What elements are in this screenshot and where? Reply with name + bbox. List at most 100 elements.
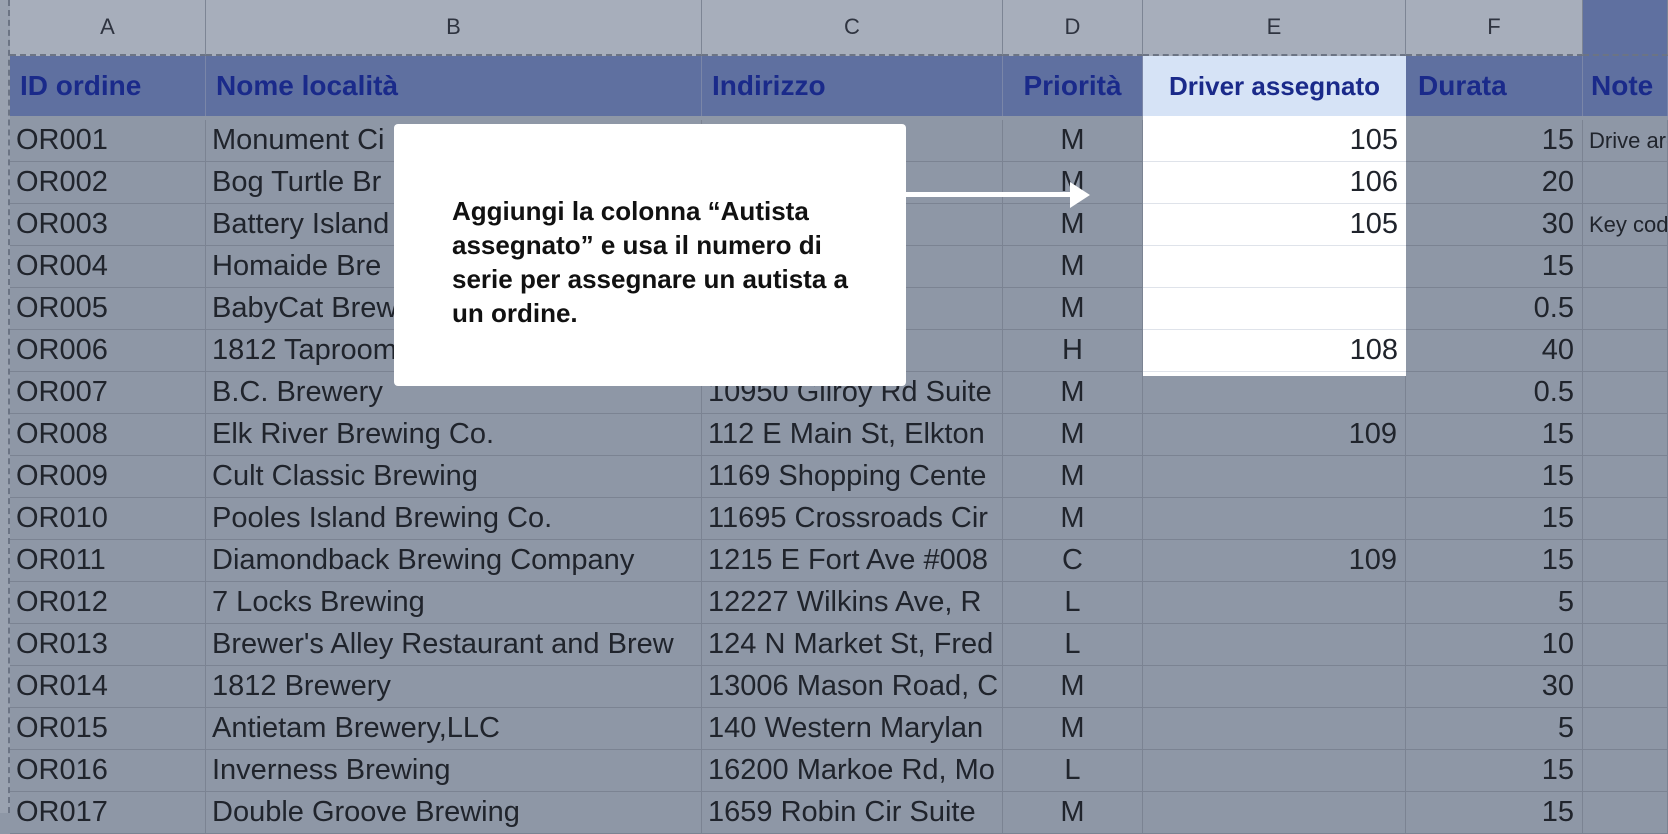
cell-note[interactable]: Drive aro <box>1583 120 1668 162</box>
cell-name[interactable]: Cult Classic Brewing <box>206 456 702 498</box>
cell-priority[interactable]: M <box>1003 456 1143 498</box>
header-note[interactable]: Note <box>1583 56 1668 116</box>
cell-id[interactable]: OR012 <box>10 582 206 624</box>
cell-name[interactable]: Double Groove Brewing <box>206 792 702 834</box>
cell-driver-highlighted[interactable]: 108 <box>1143 330 1406 372</box>
cell-id[interactable]: OR003 <box>10 204 206 246</box>
cell-note[interactable] <box>1583 372 1668 414</box>
cell-duration[interactable]: 15 <box>1406 414 1583 456</box>
cell-address[interactable]: 12227 Wilkins Ave, R <box>702 582 1003 624</box>
cell-driver[interactable] <box>1143 792 1406 834</box>
cell-address[interactable]: 140 Western Marylan <box>702 708 1003 750</box>
cell-address[interactable]: 112 E Main St, Elkton <box>702 414 1003 456</box>
cell-note[interactable] <box>1583 162 1668 204</box>
cell-address[interactable]: 1215 E Fort Ave #008 <box>702 540 1003 582</box>
cell-driver-highlighted[interactable]: 105 <box>1143 204 1406 246</box>
cell-name[interactable]: Antietam Brewery,LLC <box>206 708 702 750</box>
cell-id[interactable]: OR015 <box>10 708 206 750</box>
cell-note[interactable] <box>1583 414 1668 456</box>
cell-driver[interactable] <box>1143 750 1406 792</box>
cell-driver[interactable] <box>1143 498 1406 540</box>
cell-driver[interactable]: 109 <box>1143 540 1406 582</box>
cell-driver-highlighted[interactable]: 106 <box>1143 162 1406 204</box>
cell-note[interactable] <box>1583 288 1668 330</box>
cell-address[interactable]: 16200 Markoe Rd, Mo <box>702 750 1003 792</box>
cell-name[interactable]: Brewer's Alley Restaurant and Brew <box>206 624 702 666</box>
cell-priority[interactable]: M <box>1003 666 1143 708</box>
header-priorita[interactable]: Priorità <box>1003 56 1143 116</box>
cell-priority[interactable]: M <box>1003 498 1143 540</box>
cell-id[interactable]: OR004 <box>10 246 206 288</box>
header-indirizzo[interactable]: Indirizzo <box>702 56 1003 116</box>
cell-duration[interactable]: 5 <box>1406 582 1583 624</box>
cell-id[interactable]: OR002 <box>10 162 206 204</box>
cell-priority[interactable]: C <box>1003 540 1143 582</box>
cell-note[interactable] <box>1583 708 1668 750</box>
cell-driver[interactable]: 109 <box>1143 414 1406 456</box>
cell-id[interactable]: OR014 <box>10 666 206 708</box>
cell-priority[interactable]: M <box>1003 204 1143 246</box>
cell-priority[interactable]: L <box>1003 624 1143 666</box>
cell-note[interactable] <box>1583 582 1668 624</box>
cell-priority[interactable]: M <box>1003 246 1143 288</box>
cell-id[interactable]: OR008 <box>10 414 206 456</box>
cell-name[interactable]: Elk River Brewing Co. <box>206 414 702 456</box>
cell-priority[interactable]: L <box>1003 750 1143 792</box>
cell-note[interactable] <box>1583 246 1668 288</box>
cell-driver[interactable] <box>1143 708 1406 750</box>
cell-driver-highlighted[interactable]: 105 <box>1143 120 1406 162</box>
column-header-a[interactable]: A <box>10 0 206 56</box>
column-header-d[interactable]: D <box>1003 0 1143 56</box>
cell-driver[interactable] <box>1143 456 1406 498</box>
cell-priority[interactable]: L <box>1003 582 1143 624</box>
header-durata[interactable]: Durata <box>1406 56 1583 116</box>
header-id-ordine[interactable]: ID ordine <box>10 56 206 116</box>
cell-priority[interactable]: M <box>1003 372 1143 414</box>
column-header-c[interactable]: C <box>702 0 1003 56</box>
cell-duration[interactable]: 0.5 <box>1406 372 1583 414</box>
cell-address[interactable]: 124 N Market St, Fred <box>702 624 1003 666</box>
cell-driver-highlighted[interactable] <box>1143 288 1406 330</box>
cell-address[interactable]: 1169 Shopping Cente <box>702 456 1003 498</box>
cell-note[interactable]: Key code <box>1583 204 1668 246</box>
cell-duration[interactable]: 10 <box>1406 624 1583 666</box>
cell-id[interactable]: OR006 <box>10 330 206 372</box>
cell-note[interactable] <box>1583 498 1668 540</box>
cell-address[interactable]: 11695 Crossroads Cir <box>702 498 1003 540</box>
cell-id[interactable]: OR016 <box>10 750 206 792</box>
cell-note[interactable] <box>1583 750 1668 792</box>
cell-duration[interactable]: 0.5 <box>1406 288 1583 330</box>
cell-driver[interactable] <box>1143 372 1406 414</box>
cell-duration[interactable]: 5 <box>1406 708 1583 750</box>
column-header-f[interactable]: F <box>1406 0 1583 56</box>
cell-duration[interactable]: 15 <box>1406 120 1583 162</box>
cell-id[interactable]: OR001 <box>10 120 206 162</box>
cell-duration[interactable]: 15 <box>1406 750 1583 792</box>
cell-driver[interactable] <box>1143 582 1406 624</box>
cell-note[interactable] <box>1583 540 1668 582</box>
cell-note[interactable] <box>1583 666 1668 708</box>
cell-duration[interactable]: 15 <box>1406 792 1583 834</box>
cell-duration[interactable]: 15 <box>1406 498 1583 540</box>
cell-name[interactable]: 7 Locks Brewing <box>206 582 702 624</box>
cell-id[interactable]: OR013 <box>10 624 206 666</box>
cell-priority[interactable]: M <box>1003 708 1143 750</box>
cell-duration[interactable]: 30 <box>1406 666 1583 708</box>
cell-duration[interactable]: 15 <box>1406 540 1583 582</box>
cell-duration[interactable]: 30 <box>1406 204 1583 246</box>
cell-id[interactable]: OR007 <box>10 372 206 414</box>
cell-duration[interactable]: 40 <box>1406 330 1583 372</box>
column-header-e[interactable]: E <box>1143 0 1406 56</box>
cell-address[interactable]: 1659 Robin Cir Suite <box>702 792 1003 834</box>
cell-id[interactable]: OR017 <box>10 792 206 834</box>
cell-note[interactable] <box>1583 456 1668 498</box>
header-nome-localita[interactable]: Nome località <box>206 56 702 116</box>
cell-id[interactable]: OR010 <box>10 498 206 540</box>
cell-duration[interactable]: 15 <box>1406 246 1583 288</box>
cell-priority[interactable]: H <box>1003 330 1143 372</box>
cell-driver-highlighted[interactable] <box>1143 246 1406 288</box>
cell-name[interactable]: Inverness Brewing <box>206 750 702 792</box>
cell-name[interactable]: Pooles Island Brewing Co. <box>206 498 702 540</box>
header-driver-assegnato[interactable]: Driver assegnato <box>1143 56 1406 116</box>
cell-address[interactable]: 13006 Mason Road, C <box>702 666 1003 708</box>
